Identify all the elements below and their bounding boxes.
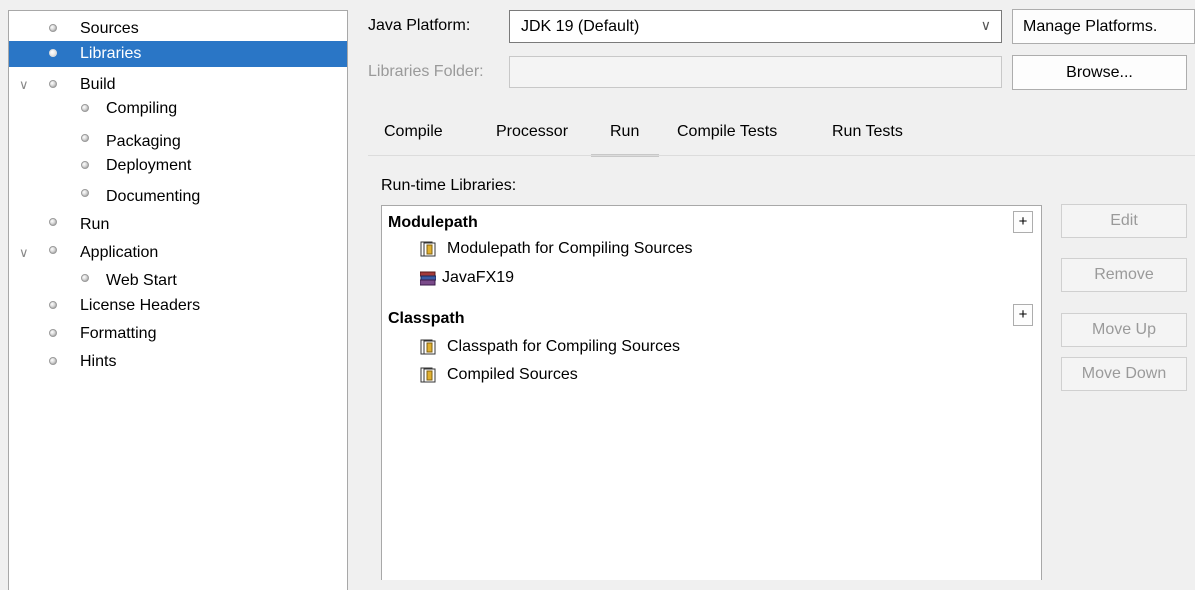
tab-run-tests[interactable]: Run Tests [832,118,903,154]
tab-run[interactable]: Run [591,118,659,157]
edit-button[interactable]: Edit [1061,204,1187,238]
tree-item-label: Hints [80,353,117,370]
tree-item-label: Deployment [106,157,192,174]
tree-item-label: Web Start [106,272,177,289]
node-bullet-icon [49,218,57,226]
java-platform-value: JDK 19 (Default) [521,18,640,35]
remove-button[interactable]: Remove [1061,258,1187,292]
tree-item-formatting[interactable]: Formatting [9,323,347,351]
tree-item-label: Documenting [106,188,201,205]
runtime-libraries-list[interactable]: Modulepath + Modulepath for Compiling So… [381,205,1042,580]
tree-item-label: Formatting [80,325,157,342]
node-bullet-icon [81,134,89,142]
tree-item-label: Libraries [80,45,142,62]
node-bullet-icon [49,80,57,88]
list-item-label: Modulepath for Compiling Sources [447,240,693,257]
tree-item-label: Compiling [106,100,178,117]
node-bullet-icon [49,49,57,57]
list-item-label: Compiled Sources [447,366,578,383]
libraries-folder-label: Libraries Folder: [368,63,484,80]
add-modulepath-button[interactable]: + [1013,211,1033,233]
list-item-label: Classpath for Compiling Sources [447,338,680,355]
tree-item-application[interactable]: ∨ Application [9,239,347,267]
java-platform-label: Java Platform: [368,17,471,34]
tree-item-compiling[interactable]: Compiling [9,98,347,126]
tree-item-hints[interactable]: Hints [9,351,347,379]
tree-item-run[interactable]: Run [9,211,347,239]
tree-item-web-start[interactable]: Web Start [9,267,347,295]
tree-item-libraries[interactable]: Libraries [9,41,347,67]
move-up-button[interactable]: Move Up [1061,313,1187,347]
tree-item-label: Sources [80,20,139,37]
tab-run-label: Run [610,123,640,140]
library-books-icon [420,271,436,286]
libraries-folder-field [509,56,1002,88]
node-bullet-icon [81,189,89,197]
node-bullet-icon [81,104,89,112]
tab-compile-tests[interactable]: Compile Tests [677,118,777,154]
chevron-down-icon: ∨ [980,17,991,33]
node-bullet-icon [49,24,57,32]
tree-item-deployment[interactable]: Deployment [9,155,347,183]
chevron-down-icon[interactable]: ∨ [19,239,29,267]
node-bullet-icon [81,274,89,282]
node-bullet-icon [49,329,57,337]
library-jar-icon [420,241,436,257]
chevron-down-icon[interactable]: ∨ [19,71,29,99]
tree-item-license-headers[interactable]: License Headers [9,295,347,323]
java-platform-select[interactable]: JDK 19 (Default) ∨ [509,10,1002,43]
library-jar-icon [420,339,436,355]
node-bullet-icon [49,246,57,254]
node-bullet-icon [81,161,89,169]
tab-divider [368,155,1195,156]
classpath-header: Classpath [388,310,465,327]
node-bullet-icon [49,301,57,309]
tree-item-build[interactable]: ∨ Build [9,71,347,99]
modulepath-header: Modulepath [388,214,478,231]
tree-item-documenting[interactable]: Documenting [9,183,347,211]
browse-button[interactable]: Browse... [1012,55,1187,90]
tab-compile[interactable]: Compile [384,118,443,154]
add-classpath-button[interactable]: + [1013,304,1033,326]
move-down-button[interactable]: Move Down [1061,357,1187,391]
manage-platforms-button[interactable]: Manage Platforms. [1012,9,1195,44]
node-bullet-icon [49,357,57,365]
tree-item-label: Run [80,216,110,233]
tree-item-sources[interactable]: Sources [9,15,347,43]
tab-processor[interactable]: Processor [496,118,568,154]
tree-item-label: License Headers [80,297,201,314]
library-jar-icon [420,367,436,383]
runtime-libraries-heading: Run-time Libraries: [381,177,517,194]
category-tree[interactable]: Sources Libraries ∨ Build Compiling Pack… [8,10,348,590]
tree-item-label: Application [80,244,159,261]
list-item-label: JavaFX19 [442,269,515,286]
